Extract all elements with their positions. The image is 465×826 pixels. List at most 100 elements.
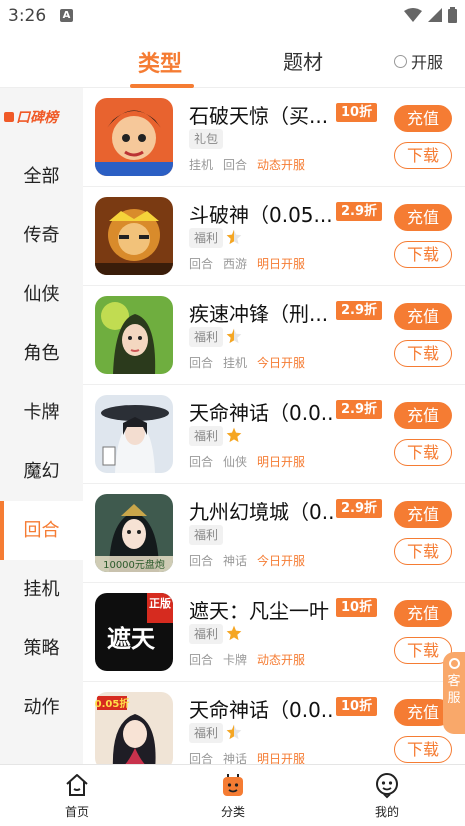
download-button[interactable]: 下载 (394, 142, 452, 169)
game-title: 天命神话（0.0... (189, 698, 335, 722)
meta-genre: 回合 (189, 257, 214, 271)
profile-icon (376, 773, 398, 799)
meta-line: 回合 西游 明日开服 (189, 255, 315, 272)
sidebar-item-action[interactable]: 动作 (0, 678, 83, 737)
tab-kaifu-label: 开服 (411, 53, 444, 72)
nav-mine[interactable]: 我的 (347, 771, 427, 820)
status-icons (404, 7, 457, 23)
sidebar-item-role[interactable]: 角色 (0, 324, 83, 383)
customer-service-label: 客服 (447, 674, 461, 706)
discount-badge: 10折 (336, 598, 378, 617)
discount-badge: 2.9折 (336, 499, 383, 518)
home-icon (66, 774, 88, 796)
discount-badge: 2.9折 (336, 202, 383, 221)
download-button[interactable]: 下载 (394, 340, 452, 367)
sidebar-item-turn-based[interactable]: 回合 (0, 501, 83, 560)
open-status: 今日开服 (257, 554, 306, 568)
charge-button[interactable]: 充值 (394, 303, 452, 330)
discount-badge: 10折 (336, 697, 378, 716)
download-button[interactable]: 下载 (394, 439, 452, 466)
game-icon[interactable]: 10000元盘炮 (95, 494, 173, 572)
tab-theme[interactable]: 题材 (283, 46, 323, 75)
game-item[interactable]: 0.05折 天命神话（0.0... 10折 福利 回合 神话 明日开服 充值 下载 (83, 682, 465, 764)
meta-line: 回合 神话 今日开服 (189, 552, 315, 569)
meta-genre: 回合 (189, 356, 214, 370)
meta-line: 回合 神话 明日开服 (189, 750, 315, 764)
game-icon[interactable] (95, 197, 173, 275)
game-title: 遮天：凡尘一叶 (189, 599, 329, 623)
tab-kaifu[interactable]: 开服 (394, 49, 443, 73)
meta-genre: 回合 (189, 752, 214, 764)
meta-line: 回合 仙侠 明日开服 (189, 453, 315, 470)
meta-genre: 回合 (189, 653, 214, 667)
status-bar: 3:26 A (0, 0, 465, 32)
half-star-icon (226, 229, 242, 245)
open-status: 今日开服 (257, 356, 306, 370)
star-icon (226, 625, 242, 641)
meta-genre: 回合 (223, 158, 248, 172)
nav-category[interactable]: 分类 (193, 771, 273, 820)
sidebar-item-strategy[interactable]: 策略 (0, 619, 83, 678)
game-icon[interactable]: 正版 遮天 (95, 593, 173, 671)
meta-genre: 神话 (223, 752, 248, 764)
charge-button[interactable]: 充值 (394, 600, 452, 627)
nav-home[interactable]: 首页 (37, 771, 117, 820)
battery-icon (448, 7, 457, 23)
nav-category-label: 分类 (220, 805, 245, 819)
sidebar: 口碑榜 全部 传奇 仙侠 角色 卡牌 魔幻 回合 挂机 策略 动作 (0, 88, 83, 764)
tag-pill: 礼包 (189, 129, 224, 149)
wifi-icon (404, 8, 422, 22)
sidebar-item-fantasy[interactable]: 魔幻 (0, 442, 83, 501)
notification-icon: A (60, 9, 73, 22)
game-icon[interactable] (95, 395, 173, 473)
sidebar-item-legend[interactable]: 传奇 (0, 206, 83, 265)
game-icon[interactable]: 0.05折 (95, 692, 173, 764)
sidebar-item-idle[interactable]: 挂机 (0, 560, 83, 619)
reputation-list-logo[interactable]: 口碑榜 (4, 108, 79, 126)
signal-icon (428, 8, 442, 22)
discount-badge: 10折 (336, 103, 378, 122)
download-button[interactable]: 下载 (394, 241, 452, 268)
sidebar-item-card[interactable]: 卡牌 (0, 383, 83, 442)
tag-pill: 福利 (189, 228, 224, 248)
charge-button[interactable]: 充值 (394, 501, 452, 528)
half-star-icon (226, 328, 242, 344)
icon-title-text: 遮天 (107, 624, 155, 653)
game-item[interactable]: 天命神话（0.0... 2.9折 福利 回合 仙侠 明日开服 充值 下载 (83, 385, 465, 484)
sidebar-item-xianxia[interactable]: 仙侠 (0, 265, 83, 324)
tag-pill: 福利 (189, 624, 224, 644)
open-status: 明日开服 (257, 752, 306, 764)
meta-genre: 西游 (223, 257, 248, 271)
open-status: 动态开服 (257, 158, 306, 172)
download-button[interactable]: 下载 (394, 736, 452, 763)
charge-button[interactable]: 充值 (394, 105, 452, 132)
meta-genre: 神话 (223, 554, 248, 568)
game-item[interactable]: 斗破神（0.05... 2.9折 福利 回合 西游 明日开服 充值 下载 (83, 187, 465, 286)
game-item[interactable]: 石破天惊（买... 10折 礼包 挂机 回合 动态开服 充值 下载 (83, 88, 465, 187)
game-title: 斗破神（0.05... (189, 203, 333, 227)
half-star-icon (226, 724, 242, 740)
game-item[interactable]: 10000元盘炮 九州幻境城（0... 2.9折 福利 回合 神话 今日开服 充值 … (83, 484, 465, 583)
tag-pill: 福利 (189, 426, 224, 446)
game-icon[interactable] (95, 98, 173, 176)
game-title: 石破天惊（买... (189, 104, 329, 128)
bottom-nav: 首页 分类 我的 (0, 764, 465, 826)
game-item[interactable]: 疾速冲锋（刑... 2.9折 福利 回合 挂机 今日开服 充值 下载 (83, 286, 465, 385)
game-item[interactable]: 正版 遮天 遮天：凡尘一叶 10折 福利 回合 卡牌 动态开服 充值 下载 (83, 583, 465, 682)
customer-service-button[interactable]: 客服 (443, 652, 465, 734)
tag-pill: 福利 (189, 327, 224, 347)
download-button[interactable]: 下载 (394, 538, 452, 565)
game-title: 九州幻境城（0... (189, 500, 335, 524)
discount-badge: 2.9折 (336, 400, 383, 419)
discount-badge: 2.9折 (336, 301, 383, 320)
icon-promo-text: 10000元盘炮 (103, 558, 165, 571)
tab-type[interactable]: 类型 (138, 46, 182, 78)
charge-button[interactable]: 充值 (394, 402, 452, 429)
thumbs-up-icon (4, 112, 14, 122)
charge-button[interactable]: 充值 (394, 204, 452, 231)
meta-line: 回合 卡牌 动态开服 (189, 651, 315, 668)
game-icon[interactable] (95, 296, 173, 374)
sidebar-item-all[interactable]: 全部 (0, 147, 83, 206)
tag-pill: 福利 (189, 525, 224, 545)
meta-genre: 仙侠 (223, 455, 248, 469)
